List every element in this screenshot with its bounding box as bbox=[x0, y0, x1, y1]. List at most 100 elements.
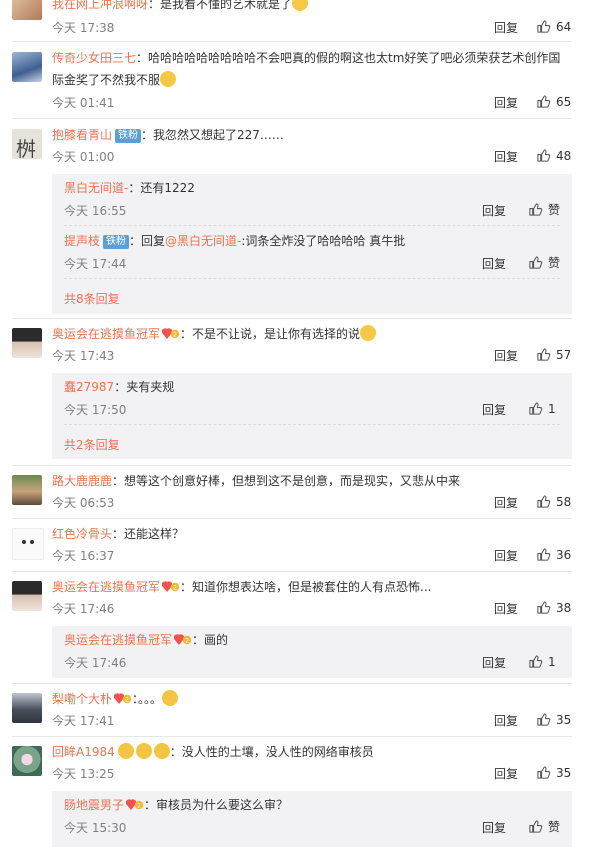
comment-text: ：还能这样？ bbox=[112, 527, 185, 541]
like-button[interactable]: 赞 bbox=[528, 819, 560, 834]
avatar[interactable] bbox=[12, 693, 42, 723]
like-button[interactable]: 38 bbox=[536, 600, 572, 615]
like-button[interactable]: 64 bbox=[536, 19, 572, 34]
username-link[interactable]: 红色冷骨头 bbox=[52, 527, 112, 541]
like-button[interactable]: 36 bbox=[536, 547, 572, 562]
reply-prefix: ：回复 bbox=[129, 234, 166, 248]
comment-item: 奥运会在逃摸鱼冠军 ：不是不让说，是让你有选择的说 今天 17:43 回复 57 … bbox=[0, 323, 592, 463]
more-replies-link[interactable]: 共8条回复 bbox=[64, 290, 120, 307]
comment-text: ：不是不让说，是让你有选择的说 bbox=[180, 327, 361, 341]
username-link[interactable]: 传奇少女田三七 bbox=[52, 51, 136, 65]
like-count: 48 bbox=[556, 148, 572, 163]
comment-text: ：。。。 bbox=[132, 692, 163, 706]
username-link[interactable]: 奥运会在逃摸鱼冠军 bbox=[52, 327, 160, 341]
comment-item: 梨嘞个大朴 ：。。。 今天 17:41 回复 35 bbox=[0, 688, 592, 734]
like-count: 35 bbox=[556, 712, 572, 727]
avatar[interactable] bbox=[12, 581, 42, 611]
like-count: 1 bbox=[548, 401, 556, 416]
reply-button[interactable]: 回复 bbox=[494, 767, 518, 781]
comment-text: ：想等这个创意好棒，但想到这不是创意，而是现实，又悲从中来 bbox=[112, 474, 461, 488]
reply-button[interactable]: 回复 bbox=[494, 549, 518, 563]
like-button[interactable]: 1 bbox=[528, 401, 560, 416]
more-replies-link[interactable]: 共2条回复 bbox=[64, 436, 120, 453]
avatar[interactable] bbox=[12, 0, 42, 20]
username-link[interactable]: 肠地震男子 bbox=[64, 798, 124, 812]
username-link[interactable]: 奥运会在逃摸鱼冠军 bbox=[52, 580, 160, 594]
username-link[interactable]: 回眸A1984 bbox=[52, 745, 115, 759]
comment-time: 今天 01:41 bbox=[52, 96, 115, 110]
avatar[interactable] bbox=[12, 528, 44, 560]
reply-button[interactable]: 回复 bbox=[494, 21, 518, 35]
divider bbox=[12, 571, 572, 572]
username-link[interactable]: 我在网上冲浪啊呀 bbox=[52, 0, 148, 11]
divider bbox=[64, 225, 560, 226]
laugh-emoji-icon bbox=[160, 71, 177, 87]
comment-time: 今天 17:38 bbox=[52, 21, 115, 35]
reply-button[interactable]: 回复 bbox=[494, 96, 518, 110]
avatar[interactable] bbox=[12, 475, 42, 505]
reply-button[interactable]: 回复 bbox=[494, 496, 518, 510]
like-count: 58 bbox=[556, 494, 572, 509]
reply-text: ：还有1222 bbox=[128, 181, 195, 195]
like-button[interactable]: 65 bbox=[536, 94, 572, 109]
reply-time: 今天 15:30 bbox=[64, 821, 127, 835]
avatar[interactable] bbox=[12, 746, 42, 776]
divider bbox=[12, 41, 572, 42]
comment-item: 我在网上冲浪啊呀：是我看不懂的艺术就是了 今天 17:38 回复 64 bbox=[0, 0, 592, 40]
divider bbox=[12, 118, 572, 119]
reply-button[interactable]: 回复 bbox=[482, 403, 506, 417]
username-link[interactable]: 提声枝 bbox=[64, 234, 100, 248]
comment-time: 今天 01:00 bbox=[52, 150, 115, 164]
like-count: 1 bbox=[548, 654, 556, 669]
username-link[interactable]: 路大鹿鹿鹿 bbox=[52, 474, 112, 488]
fan-level-icon bbox=[174, 632, 192, 646]
avatar[interactable] bbox=[12, 52, 42, 82]
comment-text: ：没人性的土壤，没人性的网络审核员 bbox=[169, 745, 374, 759]
divider bbox=[12, 318, 572, 319]
reply-button[interactable]: 回复 bbox=[482, 257, 506, 271]
reply-button[interactable]: 回复 bbox=[494, 714, 518, 728]
username-link[interactable]: 黑白无间道- bbox=[64, 181, 128, 195]
thumbs-up-icon bbox=[536, 765, 551, 780]
comment-time: 今天 17:43 bbox=[52, 349, 115, 363]
like-count: 赞 bbox=[547, 202, 560, 217]
like-button[interactable]: 赞 bbox=[528, 202, 560, 217]
reply-button[interactable]: 回复 bbox=[494, 150, 518, 164]
like-button[interactable]: 赞 bbox=[528, 255, 560, 270]
comment-item: 传奇少女田三七：哈哈哈哈哈哈哈哈哈不会吧真的假的啊这也太tm好笑了吧必须荣获艺术… bbox=[0, 47, 592, 117]
reply-button[interactable]: 回复 bbox=[482, 656, 506, 670]
comment-item: 奥运会在逃摸鱼冠军 ：知道你想表达啥，但是被套住的人有点恐怖... 今天 17:4… bbox=[0, 576, 592, 686]
thumbs-up-icon bbox=[536, 712, 551, 727]
like-button[interactable]: 35 bbox=[536, 765, 572, 780]
comment-item: 桝 抱膝看青山 铁粉 ：我忽然又想起了227…… 今天 01:00 回复 48 黑白… bbox=[0, 124, 592, 316]
comment-time: 今天 13:25 bbox=[52, 767, 115, 781]
like-button[interactable]: 58 bbox=[536, 494, 572, 509]
reply-text: ：夹有夹规 bbox=[114, 380, 175, 394]
thumbs-up-icon bbox=[528, 401, 543, 416]
like-button[interactable]: 48 bbox=[536, 148, 572, 163]
crying-emoji-icon bbox=[135, 743, 152, 759]
reply-button[interactable]: 回复 bbox=[494, 349, 518, 363]
username-link[interactable]: 蠢27987 bbox=[64, 380, 114, 394]
like-button[interactable]: 57 bbox=[536, 347, 572, 362]
reply-button[interactable]: 回复 bbox=[494, 602, 518, 616]
like-button[interactable]: 35 bbox=[536, 712, 572, 727]
like-count: 赞 bbox=[547, 255, 560, 270]
like-count: 38 bbox=[556, 600, 572, 615]
thumbs-up-icon bbox=[536, 347, 551, 362]
username-link[interactable]: 抱膝看青山 bbox=[52, 128, 112, 142]
username-link[interactable]: 奥运会在逃摸鱼冠军 bbox=[64, 633, 172, 647]
avatar[interactable]: 桝 bbox=[12, 129, 42, 159]
reply-button[interactable]: 回复 bbox=[482, 821, 506, 835]
reply-text: :词条全炸没了哈哈哈哈 真牛批 bbox=[241, 234, 406, 248]
avatar[interactable] bbox=[12, 328, 42, 358]
comment-text: ：我忽然又想起了227…… bbox=[141, 128, 284, 142]
thumbs-up-icon bbox=[536, 494, 551, 509]
reply-button[interactable]: 回复 bbox=[482, 204, 506, 218]
mention-link[interactable]: @黑白无间道- bbox=[165, 234, 241, 248]
comment-time: 今天 17:41 bbox=[52, 714, 115, 728]
like-button[interactable]: 1 bbox=[528, 654, 560, 669]
thumbs-up-icon bbox=[528, 819, 543, 834]
thumbs-up-icon bbox=[536, 600, 551, 615]
username-link[interactable]: 梨嘞个大朴 bbox=[52, 692, 112, 706]
